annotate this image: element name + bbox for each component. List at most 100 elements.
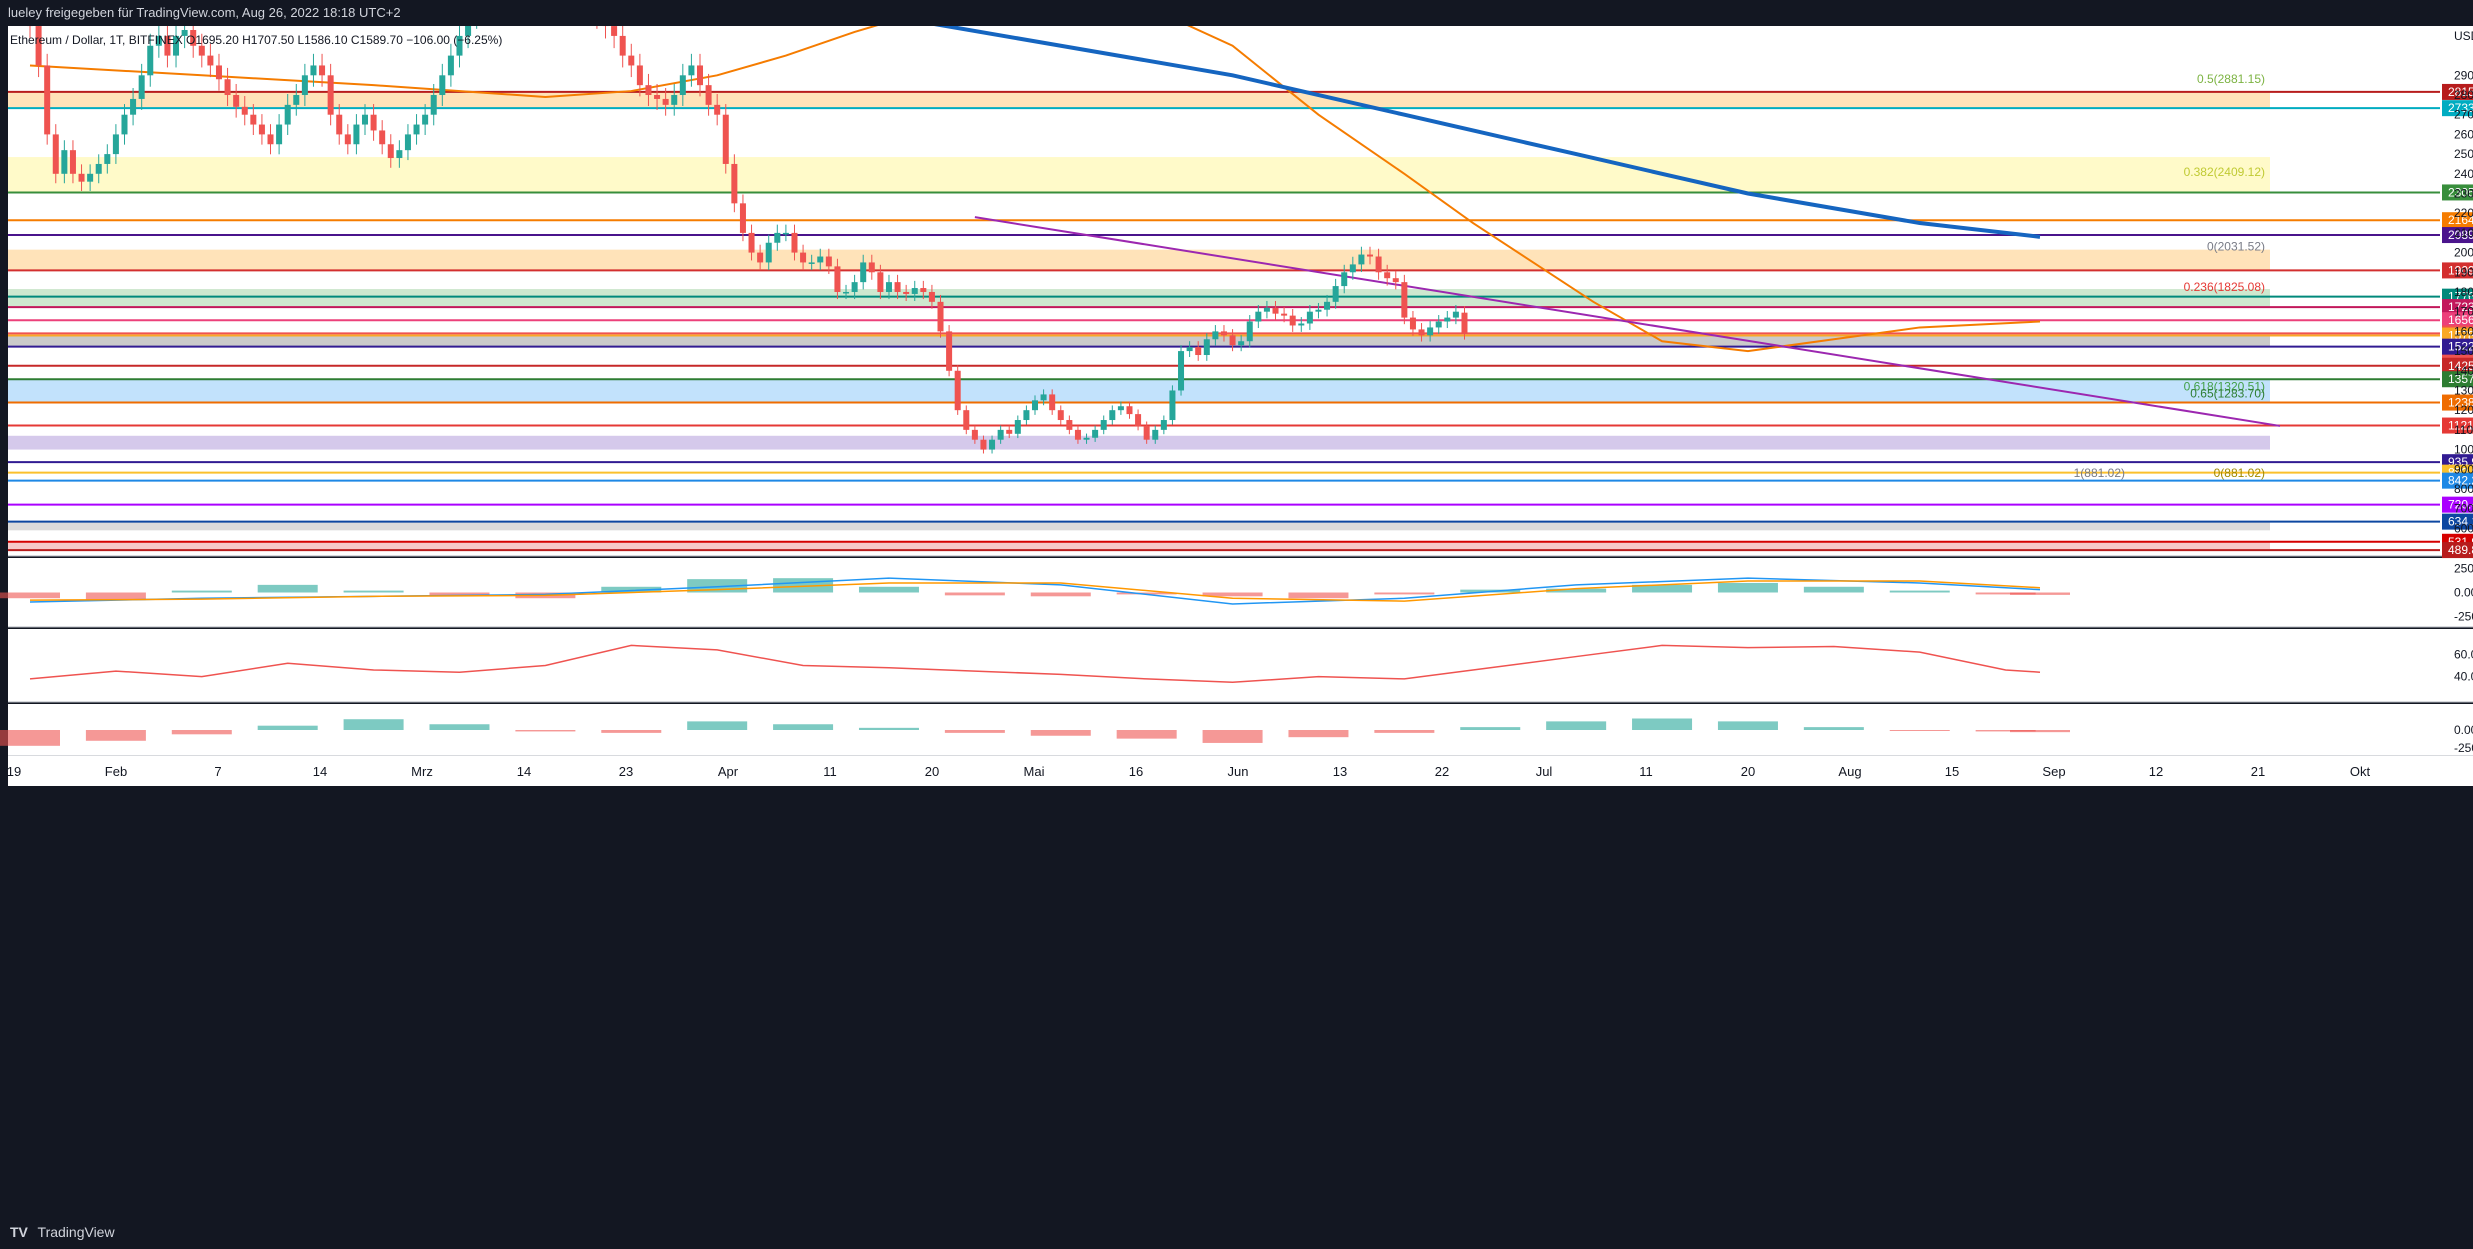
candle-body [413, 124, 420, 135]
candle-body [1392, 278, 1399, 283]
candle-body [705, 85, 712, 105]
histogram-bar [1717, 582, 1778, 593]
candle-body [112, 134, 119, 155]
candle-body [1349, 264, 1356, 273]
histogram-bar [1288, 730, 1349, 738]
histogram-bar [343, 719, 404, 730]
candle-body [928, 291, 935, 302]
candle-body [1143, 425, 1150, 440]
candle-body [688, 65, 695, 76]
share-header: lueley freigegeben für TradingView.com, … [0, 0, 2473, 26]
candle-body [989, 439, 996, 450]
chart-root: lueley freigegeben für TradingView.com, … [0, 0, 2473, 1249]
time-tick-label-10: Mai [1024, 764, 1045, 779]
price-tick-label-10: 1600.00 [2454, 324, 2473, 338]
time-tick-label-17: 20 [1741, 764, 1755, 779]
histogram-bar [1374, 730, 1435, 733]
candle-body [198, 45, 205, 56]
sub-tick-label-1-2: -250.00 [2454, 609, 2473, 623]
price-tick-label-0: 600.00 [2454, 521, 2473, 535]
histogram-bar [1116, 730, 1177, 739]
price-axis-unit: USD [2454, 29, 2473, 43]
time-tick-label-5: 14 [517, 764, 531, 779]
price-tick-label-3: 900.00 [2454, 462, 2473, 476]
candle-body [714, 104, 721, 115]
time-tick-label-9: 20 [925, 764, 939, 779]
candle-body [1049, 394, 1056, 411]
candle-body [250, 114, 257, 125]
time-tick-label-23: Okt [2350, 764, 2371, 779]
price-tick-label-6: 1200.00 [2454, 403, 2473, 417]
price-tick-label-12: 1800.00 [2454, 285, 2473, 299]
tradingview-logo-icon: TV [10, 1224, 28, 1240]
candle-body [1375, 256, 1382, 273]
candle-body [662, 98, 669, 105]
candle-body [130, 98, 137, 115]
histogram-bar [1889, 590, 1950, 593]
candle-body [1427, 327, 1434, 336]
candle-body [1341, 272, 1348, 287]
fib-label-1: 0.382(2409.12) [2184, 165, 2265, 179]
price-tick-label-21: 2700.00 [2454, 108, 2473, 122]
candle-body [765, 242, 772, 263]
time-tick-label-18: Aug [1838, 764, 1861, 779]
time-tick-label-6: 23 [619, 764, 633, 779]
fib-label-3: 0.236(1825.08) [2184, 280, 2265, 294]
candle-body [319, 65, 326, 76]
share-header-text: lueley freigegeben für TradingView.com, … [8, 5, 401, 20]
panels [8, 26, 2473, 786]
candle-body [696, 65, 704, 86]
candle-body [817, 256, 824, 263]
candle-body [138, 75, 145, 99]
candle-body [1092, 429, 1099, 438]
candle-body [61, 150, 68, 174]
candle-body [757, 252, 764, 263]
zone-3 [8, 289, 2270, 308]
sub-tick-label-1-0: 250.00 [2454, 562, 2473, 576]
time-tick-label-20: Sep [2042, 764, 2065, 779]
time-tick-label-12: Jun [1228, 764, 1249, 779]
histogram-bar [1889, 730, 1950, 731]
candle-body [52, 134, 59, 174]
price-tick-label-16: 2200.00 [2454, 206, 2473, 220]
candle-body [1195, 347, 1202, 356]
histogram-bar [257, 725, 318, 730]
candle-body [1315, 309, 1322, 312]
chart-canvas[interactable]: 0.5(2881.15) 0.382(2409.12) 0(2031.52) 0.23… [0, 26, 2473, 1216]
time-tick-label-15: Jul [1536, 764, 1553, 779]
candle-body [1040, 394, 1047, 401]
candle-body [147, 45, 154, 76]
candle-body [920, 288, 927, 292]
candle-body [1126, 406, 1133, 415]
candle-body [1263, 307, 1270, 312]
candle-body [1100, 420, 1107, 430]
histogram-bar [1632, 718, 1693, 730]
candle-body [422, 114, 429, 125]
price-tick-label-18: 2400.00 [2454, 167, 2473, 181]
histogram-bar [1374, 592, 1435, 595]
sub-tick-label-1-1: 0.00 [2454, 586, 2473, 600]
histogram-bar [0, 730, 60, 746]
candle-body [1238, 341, 1245, 346]
time-tick-label-13: 13 [1333, 764, 1347, 779]
candle-body [628, 55, 635, 66]
price-tick-label-14: 2000.00 [2454, 246, 2473, 260]
histogram-bar [1202, 730, 1263, 743]
candle-body [336, 114, 343, 135]
zone-0 [8, 92, 2270, 109]
candle-body [1409, 317, 1416, 330]
time-tick-label-8: 11 [823, 764, 837, 779]
time-tick-label-7: Apr [718, 764, 739, 779]
candle-body [1031, 400, 1039, 411]
candle-body [1220, 331, 1227, 336]
histogram-bar [1030, 592, 1091, 597]
candle-body [937, 301, 944, 332]
candle-body [1401, 282, 1408, 318]
histogram-bar [343, 590, 404, 593]
candle-body [800, 252, 807, 263]
price-tick-label-11: 1700.00 [2454, 305, 2473, 319]
candle-body [645, 85, 652, 96]
candle-body [963, 410, 970, 430]
candle-body [241, 106, 248, 115]
histogram-bar [687, 721, 748, 730]
